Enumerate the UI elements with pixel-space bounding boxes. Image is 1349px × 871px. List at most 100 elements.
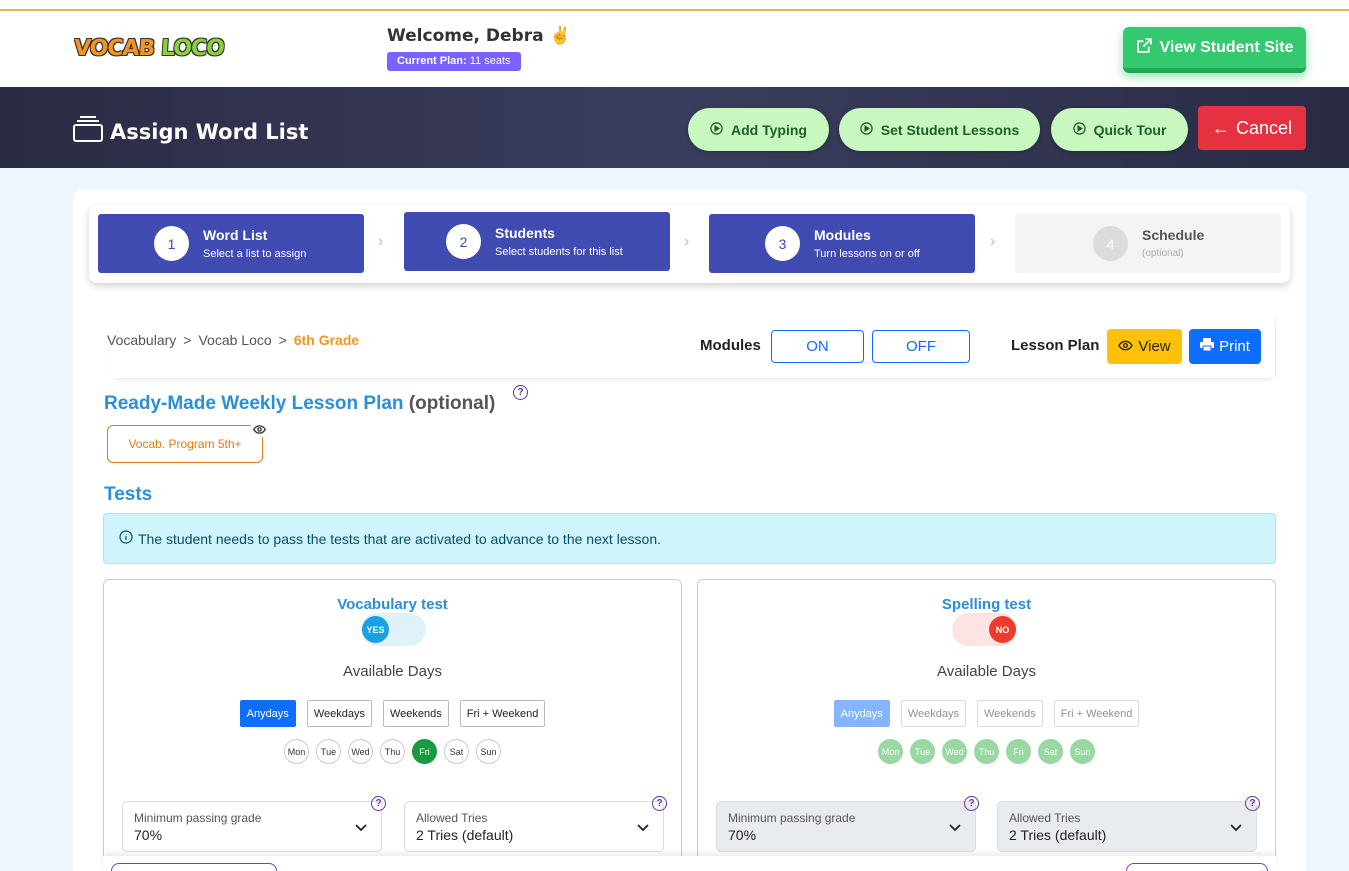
eye-icon[interactable] [250,420,268,438]
chevron-down-icon [949,819,961,837]
lesson-plan-view-button[interactable]: View [1107,329,1182,364]
set-student-lessons-label: Set Student Lessons [880,121,1020,138]
help-icon[interactable]: ? [1245,796,1260,811]
view-label: View [1138,338,1171,355]
anydays-button[interactable]: Anydays [239,700,296,727]
fri-weekend-button[interactable]: Fri + Weekend [1053,700,1140,727]
chevron-right-icon: › [684,233,690,250]
modules-label: Modules [700,337,761,354]
page-title-text: Assign Word List [110,119,309,144]
chevron-right-icon: › [378,233,384,250]
allowed-tries-select[interactable]: Allowed Tries 2 Tries (default) [404,801,664,852]
lesson-program-button[interactable]: Vocab. Program 5th+ [107,425,263,463]
day-fri[interactable]: Fri [412,739,437,764]
breadcrumb-separator: > [278,332,287,348]
day-thu[interactable]: Thu [974,739,999,764]
anydays-button[interactable]: Anydays [833,700,890,727]
select-value: 2 Tries (default) [1009,827,1107,843]
step-modules[interactable]: 3 Modules Turn lessons on or off [709,214,975,273]
step-students[interactable]: 2 Students Select students for this list [404,212,670,271]
step-title: Word List [203,227,268,243]
arrow-left-icon: ← [1211,117,1230,138]
toggle-knob: NO [989,616,1016,643]
allowed-tries-select[interactable]: Allowed Tries 2 Tries (default) [997,801,1257,852]
cancel-button[interactable]: ← Cancel [1198,106,1306,150]
ready-made-title: Ready-Made Weekly Lesson Plan [104,393,404,414]
available-days-label: Available Days [343,663,442,680]
step-number: 2 [446,224,481,259]
select-label: Allowed Tries [1009,811,1081,825]
breadcrumb-current: 6th Grade [293,332,360,348]
day-mon[interactable]: Mon [878,739,903,764]
vocabulary-test-toggle[interactable]: YES [361,613,426,646]
day-toggle-group: Mon Tue Wed Thu Fri Sat Sun [104,739,681,764]
help-icon[interactable]: ? [652,796,667,811]
top-bar: VOCAB LOCO Welcome, Debra ✌️ Current Pla… [0,11,1349,87]
weekends-button[interactable]: Weekends [382,700,449,727]
toggle-knob: YES [362,616,389,643]
welcome-text: Welcome, Debra ✌️ [387,26,571,46]
step-subtitle: (optional) [1142,248,1184,259]
day-sun[interactable]: Sun [1070,739,1095,764]
weekends-button[interactable]: Weekends [976,700,1043,727]
play-circle-icon [860,121,873,138]
chevron-down-icon [355,819,367,837]
step-word-list[interactable]: 1 Word List Select a list to assign [98,214,364,273]
footer-left-button[interactable] [111,863,277,871]
help-icon[interactable]: ? [371,796,386,811]
breadcrumb-vocab-loco[interactable]: Vocab Loco [198,332,271,348]
min-passing-grade-select[interactable]: Minimum passing grade 70% [716,801,976,852]
print-label: Print [1219,338,1250,355]
step-title: Students [495,225,555,241]
weekdays-button[interactable]: Weekdays [900,700,966,727]
plan-badge: Current Plan: 11 seats [387,52,521,71]
lesson-plan-print-button[interactable]: Print [1189,329,1261,364]
vocab-loco-logo[interactable]: VOCAB LOCO [73,36,225,61]
day-preset-group: Anydays Weekdays Weekends Fri + Weekend [104,700,681,727]
available-days-label: Available Days [937,663,1036,680]
day-wed[interactable]: Wed [942,739,967,764]
help-icon[interactable]: ? [513,385,528,400]
step-schedule[interactable]: 4 Schedule (optional) [1015,214,1281,273]
help-icon[interactable]: ? [964,796,979,811]
spelling-test-toggle[interactable]: NO [952,613,1017,646]
day-sat[interactable]: Sat [1038,739,1063,764]
logo-text-b: LOCO [160,36,225,61]
sticky-footer [103,856,1276,871]
day-tue[interactable]: Tue [316,739,341,764]
step-number: 4 [1093,226,1128,261]
chevron-down-icon [637,819,649,837]
day-sun[interactable]: Sun [476,739,501,764]
min-passing-grade-select[interactable]: Minimum passing grade 70% [122,801,382,852]
day-tue[interactable]: Tue [910,739,935,764]
view-student-site-button[interactable]: View Student Site [1123,27,1306,73]
breadcrumb-vocabulary[interactable]: Vocabulary [107,332,176,348]
quick-tour-label: Quick Tour [1093,121,1167,138]
day-thu[interactable]: Thu [380,739,405,764]
add-typing-label: Add Typing [731,121,807,138]
fri-weekend-button[interactable]: Fri + Weekend [459,700,546,727]
footer-right-button[interactable] [1126,863,1268,871]
add-typing-button[interactable]: Add Typing [688,108,829,151]
info-text: The student needs to pass the tests that… [138,530,661,547]
chevron-down-icon [1230,819,1242,837]
module-toolbar [110,318,1276,378]
modules-on-button[interactable]: ON [771,330,864,363]
quick-tour-button[interactable]: Quick Tour [1051,108,1188,151]
modules-off-button[interactable]: OFF [872,330,970,363]
day-mon[interactable]: Mon [284,739,309,764]
ready-made-optional: (optional) [408,393,496,414]
view-student-site-label: View Student Site [1159,38,1294,56]
weekdays-button[interactable]: Weekdays [306,700,372,727]
play-circle-icon [1072,121,1086,138]
cancel-label: Cancel [1235,117,1293,138]
day-wed[interactable]: Wed [348,739,373,764]
set-student-lessons-button[interactable]: Set Student Lessons [839,108,1040,151]
day-fri[interactable]: Fri [1006,739,1031,764]
tests-heading: Tests [104,484,153,505]
select-value: 70% [728,827,757,843]
day-sat[interactable]: Sat [444,739,469,764]
step-number: 1 [154,226,189,261]
browser-tab-strip [0,0,1349,11]
ready-made-heading: Ready-Made Weekly Lesson Plan (optional) [104,393,495,415]
